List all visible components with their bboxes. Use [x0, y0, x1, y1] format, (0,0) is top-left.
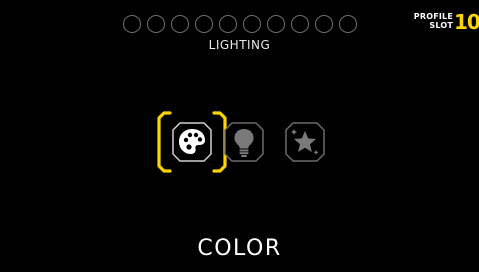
- lighting-mode-effects[interactable]: [283, 120, 327, 164]
- profile-slot-label: PROFILE SLOT: [401, 12, 453, 30]
- slot-indicator: [123, 15, 141, 33]
- slot-indicator: [243, 15, 261, 33]
- selected-mode-label: COLOR: [197, 236, 282, 261]
- slot-indicator: [147, 15, 165, 33]
- menu-title: LIGHTING: [208, 38, 271, 52]
- slot-indicator: [339, 15, 357, 33]
- profile-slot-indicators: [121, 12, 367, 36]
- profile-slot-label-line: PROFILE: [413, 12, 453, 21]
- slot-indicator: [291, 15, 309, 33]
- slot-indicator: [195, 15, 213, 33]
- slot-indicator: [219, 15, 237, 33]
- lighting-mode-color[interactable]: [157, 111, 227, 173]
- selection-brackets: [157, 111, 227, 173]
- slot-indicator: [267, 15, 285, 33]
- lightbulb-icon: [234, 129, 254, 157]
- profile-slot-number: 10: [454, 10, 479, 34]
- lighting-mode-bulb[interactable]: [222, 120, 266, 164]
- slot-indicator: [315, 15, 333, 33]
- star-sparkle-icon: [291, 129, 319, 155]
- slot-indicator: [171, 15, 189, 33]
- profile-slot-label-line: SLOT: [429, 21, 453, 30]
